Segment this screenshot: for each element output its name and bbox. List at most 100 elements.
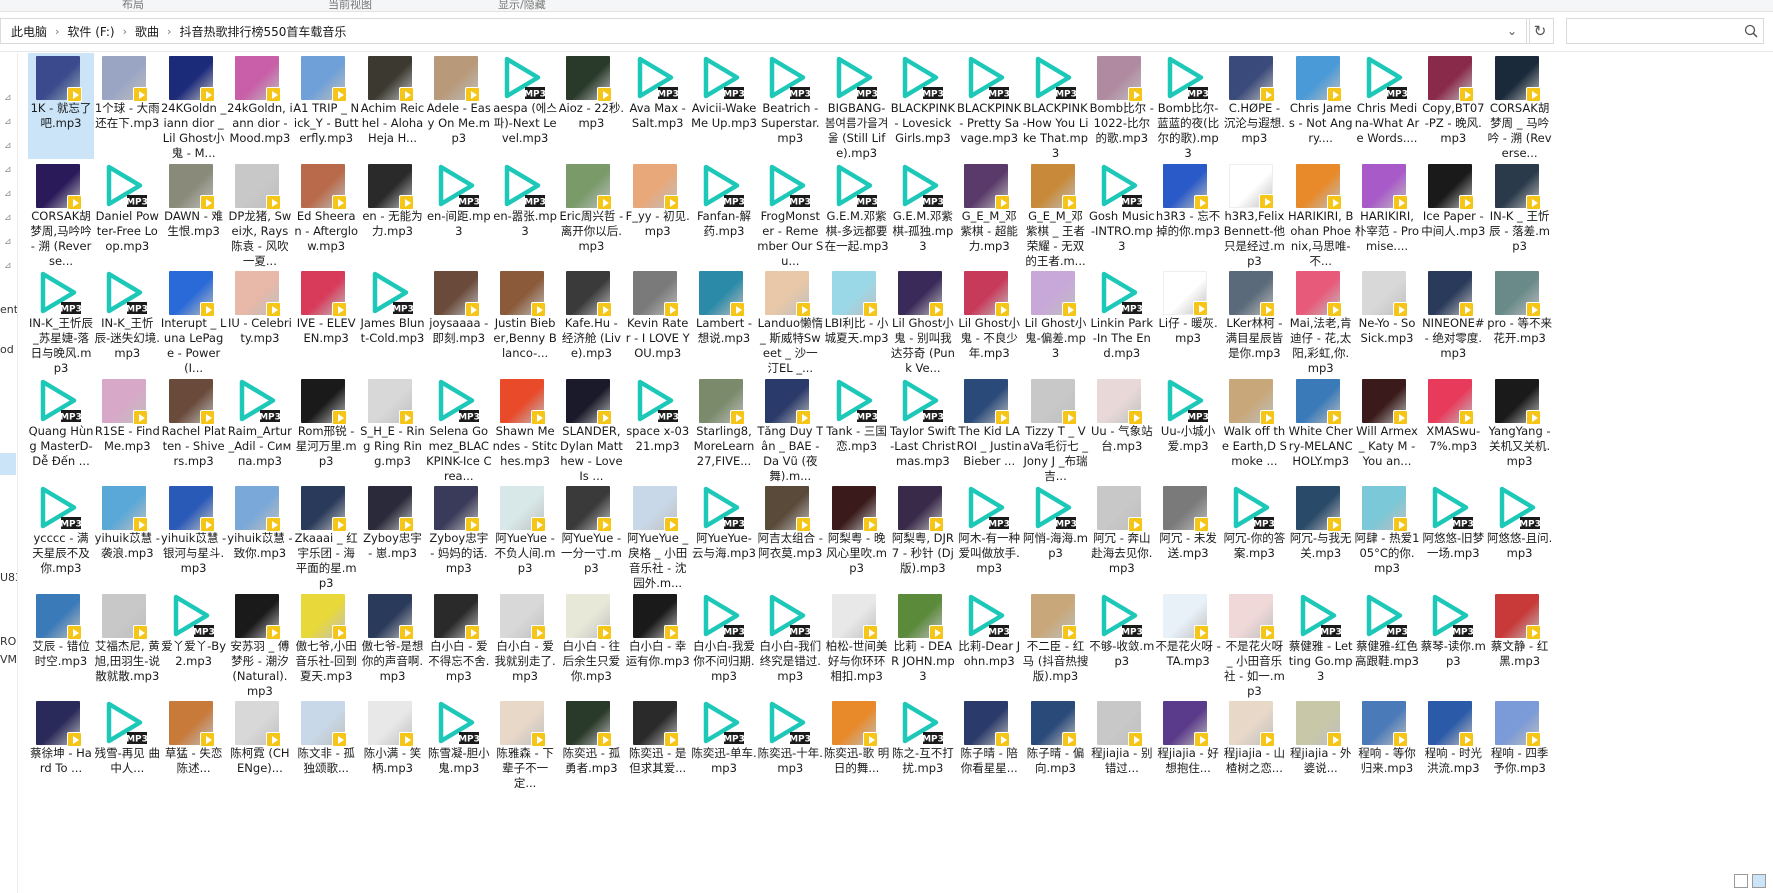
file-item[interactable]: HARIKIRI, Bohan Phoenix,马思唯-不... bbox=[1288, 161, 1354, 268]
file-item[interactable]: Ed Sheeran - Afterglow.mp3 bbox=[293, 161, 359, 267]
file-item[interactable]: The Kid LAROI _ Justin Bieber ... bbox=[956, 376, 1022, 482]
file-item[interactable]: Shawn Mendes - Stitches.mp3 bbox=[492, 376, 558, 482]
file-item[interactable]: pro - 等不来花开.mp3 bbox=[1487, 268, 1553, 374]
file-item[interactable]: 阿冗 - 未发送.mp3 bbox=[1155, 483, 1221, 589]
file-item[interactable]: 不是花火呀 - TA.mp3 bbox=[1155, 591, 1221, 697]
file-item[interactable]: 陈雅森 - 下辈子不一定... bbox=[492, 698, 558, 804]
file-item[interactable]: MP3 Bomb比尔-蓝蓝的夜(比尔的歌).mp3 bbox=[1155, 53, 1221, 160]
file-item[interactable]: 阿冗-与我无关.mp3 bbox=[1288, 483, 1354, 589]
file-item[interactable]: 陈子晴 - 陪你看星星... bbox=[956, 698, 1022, 804]
file-item[interactable]: IU - Celebrity.mp3 bbox=[227, 268, 293, 374]
file-item[interactable]: IVE - ELEVEN.mp3 bbox=[293, 268, 359, 374]
file-item[interactable]: 陈柯霓 (CHENge)... bbox=[227, 698, 293, 804]
search-input[interactable] bbox=[1571, 22, 1731, 40]
file-item[interactable]: 阿YueYue _ 戾格 _ 小田音乐社 - 沈园外.m... bbox=[625, 483, 691, 590]
file-item[interactable]: h3R3 - 忘不掉的你.mp3 bbox=[1155, 161, 1221, 267]
file-item[interactable]: 白小白 - 幸运有你.mp3 bbox=[625, 591, 691, 697]
file-item[interactable]: Rachel Platten - Shivers.mp3 bbox=[161, 376, 227, 482]
file-item[interactable]: MP3 Selena Gomez_BLACKPINK-Ice Crea... bbox=[426, 376, 492, 483]
file-item[interactable]: Walk off the Earth,D Smoke ... bbox=[1221, 376, 1287, 482]
file-item[interactable]: 陈小满 - 笑柄.mp3 bbox=[360, 698, 426, 804]
file-item[interactable]: CORSAK胡梦周,马吟吟 - 溯 (Reverse... bbox=[28, 161, 94, 268]
file-item[interactable]: MP3 不够-收敛.mp3 bbox=[1089, 591, 1155, 697]
file-item[interactable]: 艾福杰尼, 黄旭,田羽生-说散就散.mp3 bbox=[94, 591, 160, 697]
file-item[interactable]: Uu - 气象站台.mp3 bbox=[1089, 376, 1155, 482]
file-item[interactable]: 草猛 - 失恋 陈述... bbox=[161, 698, 227, 804]
file-item[interactable]: MP3 Uu-小城小爱.mp3 bbox=[1155, 376, 1221, 482]
file-item[interactable]: Lil Ghost小鬼 - 不良少年.mp3 bbox=[956, 268, 1022, 374]
breadcrumb-drive[interactable]: 软件 (F:) bbox=[65, 23, 116, 40]
file-item[interactable]: 1个球 - 大雨还在下.mp3 bbox=[94, 53, 160, 159]
chevron-right-icon[interactable]: › bbox=[117, 25, 133, 38]
file-item[interactable]: 阿YueYue - 不负人间.mp3 bbox=[492, 483, 558, 589]
file-item[interactable]: SLANDER, Dylan Matthew - Love Is ... bbox=[558, 376, 624, 483]
search-icon[interactable] bbox=[1743, 23, 1759, 39]
file-item[interactable]: 不是花火呀 _ 小田音乐社 - 如一.mp3 bbox=[1221, 591, 1287, 698]
file-item[interactable]: Lil Ghost小鬼-偏差.mp3 bbox=[1023, 268, 1089, 374]
file-item[interactable]: 白小白 - 往后余生只爱你.mp3 bbox=[558, 591, 624, 697]
file-item[interactable]: 陈子晴 - 偏向.mp3 bbox=[1023, 698, 1089, 804]
file-item[interactable]: LKer林柯 - 满目星辰皆是你.mp3 bbox=[1221, 268, 1287, 374]
file-item[interactable]: 阿冗 - 奔山赴海去见你.mp3 bbox=[1089, 483, 1155, 589]
file-item[interactable]: 程响 - 四季予你.mp3 bbox=[1487, 698, 1553, 804]
file-item[interactable]: MP3 FrogMonster - Remember Our Su... bbox=[757, 161, 823, 268]
file-item[interactable]: NINEONE# - 绝对零度.mp3 bbox=[1420, 268, 1486, 374]
file-item[interactable]: 陈奕迅-歌 明日的舞... bbox=[824, 698, 890, 804]
file-item[interactable]: Kevin Rater - I LOVE YOU.mp3 bbox=[625, 268, 691, 374]
file-item[interactable]: MP3 Daniel Powter-Free Loop.mp3 bbox=[94, 161, 160, 267]
file-item[interactable]: Bomb比尔 - 1022-比尔的歌.mp3 bbox=[1089, 53, 1155, 159]
file-item[interactable]: MP3 阿YueYue-云与海.mp3 bbox=[691, 483, 757, 589]
file-item[interactable]: DAWN - 难生恨.mp3 bbox=[161, 161, 227, 267]
ribbon-group-show-hide[interactable]: 显示/隐藏 bbox=[498, 0, 546, 12]
file-item[interactable]: Adele - Easy On Me.mp3 bbox=[426, 53, 492, 159]
file-item[interactable]: MP3 阿悠悠-旧梦一场.mp3 bbox=[1420, 483, 1486, 589]
file-item[interactable]: MP3 Tank - 三国恋.mp3 bbox=[824, 376, 890, 482]
file-item[interactable]: R1SE - Find Me.mp3 bbox=[94, 376, 160, 482]
address-history-button[interactable]: ⌄ bbox=[1497, 18, 1527, 44]
file-item[interactable]: MP3 蔡健雅 - Letting Go.mp3 bbox=[1288, 591, 1354, 697]
file-item[interactable]: Aioz - 22秒.mp3 bbox=[558, 53, 624, 159]
file-item[interactable]: MP3 残雪-再见 曲中人... bbox=[94, 698, 160, 804]
file-item[interactable]: 白小白 - 爱我就别走了.mp3 bbox=[492, 591, 558, 697]
file-item[interactable]: Lambert - 想说.mp3 bbox=[691, 268, 757, 374]
file-item[interactable]: Rom邢锐 - 星河万里.mp3 bbox=[293, 376, 359, 482]
large-icons-view-button[interactable] bbox=[1752, 874, 1766, 888]
file-item[interactable]: 安苏羽 _ 傅梦彤 - 潮汐 (Natural).mp3 bbox=[227, 591, 293, 698]
file-item[interactable]: MP3 James Blunt-Cold.mp3 bbox=[360, 268, 426, 374]
file-item[interactable]: Interupt _ Luna LePage - Power (I... bbox=[161, 268, 227, 375]
file-item[interactable]: Chris James - Not Angry.... bbox=[1288, 53, 1354, 159]
file-item[interactable]: MP3 Quang Hùng MasterD-Dễ Đến ... bbox=[28, 376, 94, 482]
file-item[interactable]: MP3 IN-K_王忻辰-迷失幻境.mp3 bbox=[94, 268, 160, 374]
file-item[interactable]: MP3 Gosh Music-INTRO.mp3 bbox=[1089, 161, 1155, 267]
search-box[interactable] bbox=[1566, 18, 1764, 44]
chevron-right-icon[interactable]: › bbox=[161, 25, 177, 38]
file-item[interactable]: MP3 白小白-我们终究是错过.mp3 bbox=[757, 591, 823, 697]
file-item[interactable]: MP3 Ava Max - Salt.mp3 bbox=[625, 53, 691, 159]
file-item[interactable]: 阿肆 - 热爱105°C的你.mp3 bbox=[1354, 483, 1420, 589]
file-item[interactable]: 1K - 就忘了吧.mp3 bbox=[28, 53, 94, 159]
file-item[interactable]: MP3 阿木-有一种爱叫做放手.mp3 bbox=[956, 483, 1022, 589]
file-item[interactable]: MP3 en-间距.mp3 bbox=[426, 161, 492, 267]
file-item[interactable]: 程jiajia - 好想抱住... bbox=[1155, 698, 1221, 804]
file-item[interactable]: 24KGoldn _ iann dior _ Lil Ghost小鬼 - M..… bbox=[161, 53, 227, 160]
file-item[interactable]: LBI利比 - 小城夏天.mp3 bbox=[824, 268, 890, 374]
ribbon-group-layout[interactable]: 布局 bbox=[122, 0, 144, 12]
file-item[interactable]: Tăng Duy Tân _ BAE - Da Vũ (夜舞).m... bbox=[757, 376, 823, 483]
file-item[interactable]: F_yy - 初见.mp3 bbox=[625, 161, 691, 267]
file-item[interactable]: Zyboy忠宇 - 崽.mp3 bbox=[360, 483, 426, 589]
file-grid[interactable]: 1K - 就忘了吧.mp3 1个球 - 大雨还在下.mp3 24KGoldn _ i… bbox=[28, 53, 1768, 893]
file-item[interactable]: Li仔 - 暖灰.mp3 bbox=[1155, 268, 1221, 374]
breadcrumb-current-folder[interactable]: 抖音热歌排行榜550首车载音乐 bbox=[177, 23, 348, 40]
file-item[interactable]: MP3 蔡健雅-红色高跟鞋.mp3 bbox=[1354, 591, 1420, 697]
file-item[interactable]: 傲七爷-是想你的声音啊.mp3 bbox=[360, 591, 426, 697]
file-item[interactable]: Mai,法老,肯迪仔 - 花,太阳,彩虹,你.mp3 bbox=[1288, 268, 1354, 375]
file-item[interactable]: Ice Paper - 中间人.mp3 bbox=[1420, 161, 1486, 267]
nav-item-fragment[interactable]: U83 bbox=[0, 571, 17, 584]
file-item[interactable]: MP3 陈奕迅-十年.mp3 bbox=[757, 698, 823, 804]
file-item[interactable]: S_H_E - Ring Ring Ring.mp3 bbox=[360, 376, 426, 482]
details-view-button[interactable] bbox=[1734, 874, 1748, 888]
file-item[interactable]: MP3 陈之-互不打扰.mp3 bbox=[890, 698, 956, 804]
file-item[interactable]: MP3 space x-0321.mp3 bbox=[625, 376, 691, 482]
nav-item-fragment[interactable]: VMi bbox=[0, 653, 17, 666]
file-item[interactable]: MP3 Fanfan-解药.mp3 bbox=[691, 161, 757, 267]
